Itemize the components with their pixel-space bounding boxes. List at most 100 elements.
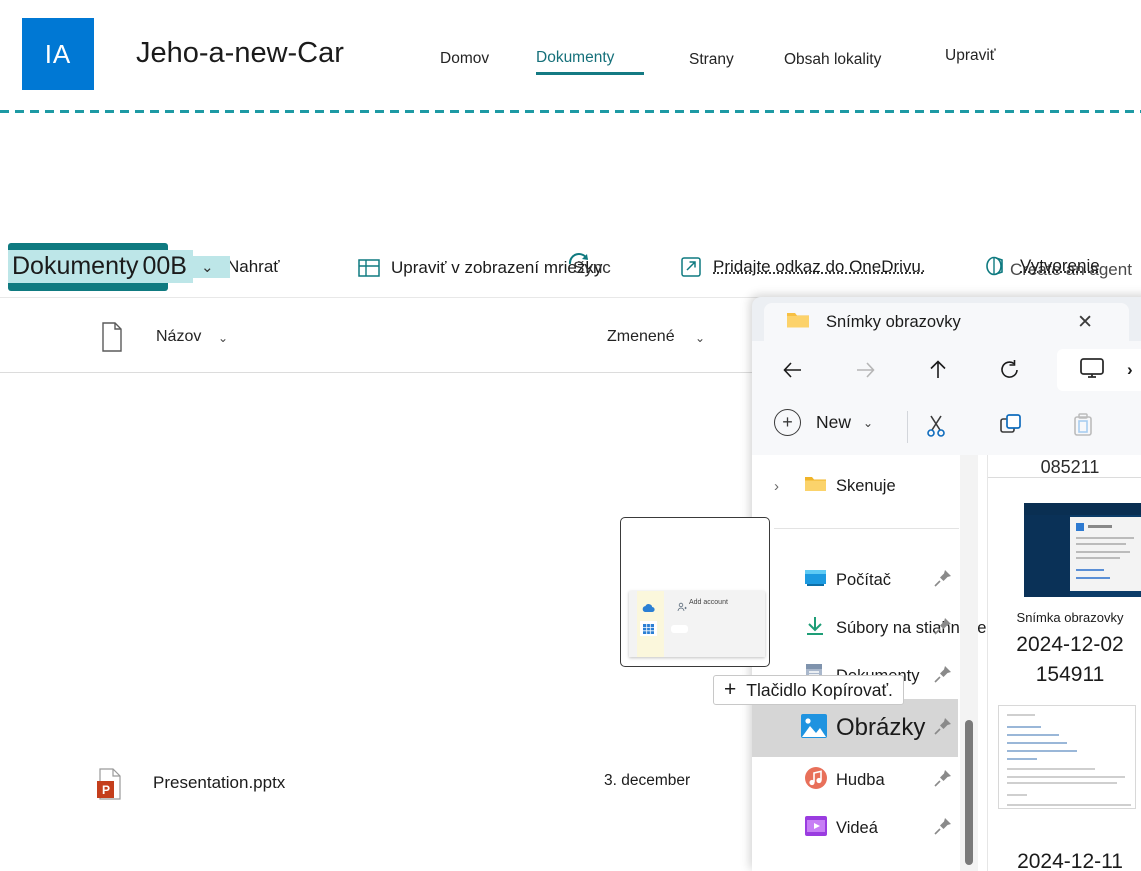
nav-item-upravit[interactable]: Upraviť (945, 47, 996, 69)
explorer-nav-bar: › (752, 341, 1141, 398)
pin-icon[interactable] (934, 617, 952, 640)
explorer-new-label: New (816, 412, 851, 433)
explorer-nav-tree: › Skenuje Počítač (752, 455, 987, 871)
thumbnail-document[interactable] (998, 705, 1136, 809)
chevron-right-icon[interactable]: › (1127, 360, 1133, 380)
breadcrumb[interactable]: Dokumenty 00B ⌄ (8, 250, 230, 283)
pin-icon[interactable] (934, 665, 952, 688)
forward-button[interactable] (846, 351, 884, 389)
pictures-icon (800, 713, 828, 744)
powerpoint-icon: P (96, 768, 124, 805)
up-button[interactable] (919, 351, 957, 389)
sidebar-item-label: Hudba (836, 771, 885, 790)
add-onedrive-shortcut-command[interactable]: Pridajte odkaz do OneDrivu. (680, 256, 926, 278)
sidebar-item-videa[interactable]: Videá (752, 805, 958, 851)
file-explorer-window: Snímky obrazovky ✕ › (752, 297, 1141, 871)
column-header-modified[interactable]: Zmenené (607, 328, 675, 346)
chevron-right-icon[interactable]: › (774, 478, 779, 495)
file-modified-date: 3. december (604, 772, 690, 790)
screen-root: IA Jeho-a-new-Car Domov Dokumenty Strany… (0, 0, 1141, 871)
breadcrumb-folder: Dokumenty (8, 250, 142, 283)
pin-icon[interactable] (934, 717, 952, 740)
site-logo[interactable]: IA (22, 18, 94, 90)
folder-icon (804, 475, 827, 498)
sidebar-item-label: Počítač (836, 571, 891, 590)
chevron-down-icon[interactable]: ⌄ (193, 256, 230, 278)
pin-icon[interactable] (934, 569, 952, 592)
drag-preview-thumbnail: Add account (629, 591, 765, 657)
tree-scrollbar-thumb[interactable] (965, 720, 973, 865)
sync-icon (566, 250, 592, 274)
thumb-dialog (1070, 517, 1141, 591)
plus-circle-icon: + (774, 409, 801, 436)
paste-icon (1071, 413, 1095, 442)
explorer-tab[interactable]: Snímky obrazovky ✕ (764, 303, 1129, 341)
sidebar-item-skenuje[interactable]: › Skenuje (752, 463, 958, 509)
paste-button[interactable] (1063, 411, 1103, 443)
content-divider (988, 477, 1141, 478)
pin-icon[interactable] (934, 769, 952, 792)
tree-divider (774, 528, 959, 529)
create-agent-command[interactable]: Vytvorenie (983, 254, 1100, 278)
music-icon (804, 766, 828, 795)
refresh-button[interactable] (991, 351, 1029, 389)
nav-item-dokumenty[interactable]: Dokumenty (536, 49, 614, 71)
document-icon (100, 322, 124, 357)
sidebar-item-hudba[interactable]: Hudba (752, 757, 958, 803)
cut-button[interactable] (916, 411, 956, 443)
nav-item-obsah-lokality[interactable]: Obsah lokality (784, 51, 881, 73)
copy-icon (999, 413, 1023, 442)
file-caption-2024-12-11: 2024-12-11 (988, 850, 1141, 871)
nav-item-strany[interactable]: Strany (689, 51, 734, 73)
chevron-down-icon[interactable]: ⌄ (695, 331, 705, 345)
file-caption-line2: 2024-12-02 (988, 633, 1141, 657)
add-account-label: Add account (689, 599, 728, 606)
thumbnail-image[interactable] (1024, 503, 1141, 597)
videos-icon (804, 815, 828, 842)
file-caption-line3: 154911 (988, 663, 1141, 687)
file-name[interactable]: Presentation.pptx (153, 773, 285, 793)
arrow-box-icon (680, 256, 702, 278)
explorer-new-button[interactable]: + New ⌄ (774, 409, 873, 436)
pin-icon[interactable] (934, 817, 952, 840)
explorer-tab-strip: Snímky obrazovky ✕ (752, 297, 1141, 341)
grid-icon (358, 258, 380, 278)
sidebar-item-pocitac[interactable]: Počítač (752, 557, 958, 603)
sidebar-item-label: Videá (836, 819, 878, 838)
preview-pill (671, 625, 688, 633)
sharepoint-command-bar: + Nové ⌄ Nahrať Upraviť v zobrazení mrie… (0, 120, 1141, 177)
address-bar[interactable]: › (1057, 349, 1141, 391)
drag-preview-card[interactable]: Add account (620, 517, 770, 667)
explorer-body: › Skenuje Počítač (752, 455, 1141, 871)
nav-label: Dokumenty (536, 49, 614, 66)
sidebar-item-subory-na-stiahnutie[interactable]: Súbory na stiahnutie (752, 605, 958, 651)
close-icon[interactable]: ✕ (1077, 311, 1093, 334)
chevron-down-icon[interactable]: ⌄ (218, 331, 228, 345)
column-header-name[interactable]: Názov (156, 328, 201, 346)
nav-label: Domov (440, 50, 489, 67)
site-logo-initials: IA (45, 39, 72, 70)
back-button[interactable] (774, 351, 812, 389)
thumb-sidebar (1024, 515, 1070, 597)
pc-icon (804, 568, 827, 592)
copy-button-tooltip: + Tlačidlo Kopírovať. (713, 675, 904, 705)
copy-button[interactable] (991, 411, 1031, 443)
monitor-icon (1079, 357, 1105, 384)
nav-item-domov[interactable]: Domov (440, 50, 489, 72)
breadcrumb-size: 00B (142, 250, 192, 283)
tooltip-text: Tlačidlo Kopírovať. (746, 680, 893, 701)
sidebar-item-label: Skenuje (836, 477, 896, 496)
table-row[interactable]: P Presentation.pptx 3. december (0, 378, 760, 434)
nav-label: Strany (689, 51, 734, 68)
rename-button[interactable] (1132, 411, 1141, 443)
toolbar-divider (907, 411, 908, 443)
grid-thumb-icon (640, 621, 657, 636)
sidebar-item-obrazky[interactable]: Obrázky (752, 699, 958, 757)
explorer-content-pane: 085211 (988, 455, 1141, 871)
header-divider (0, 110, 1141, 113)
sharepoint-header: IA Jeho-a-new-Car Domov Dokumenty Strany… (0, 0, 1141, 112)
nav-label: Obsah lokality (784, 51, 881, 68)
nav-label: Upraviť (945, 47, 996, 64)
thumb-titlebar (1024, 503, 1141, 515)
upload-label: Nahrať (227, 257, 280, 277)
